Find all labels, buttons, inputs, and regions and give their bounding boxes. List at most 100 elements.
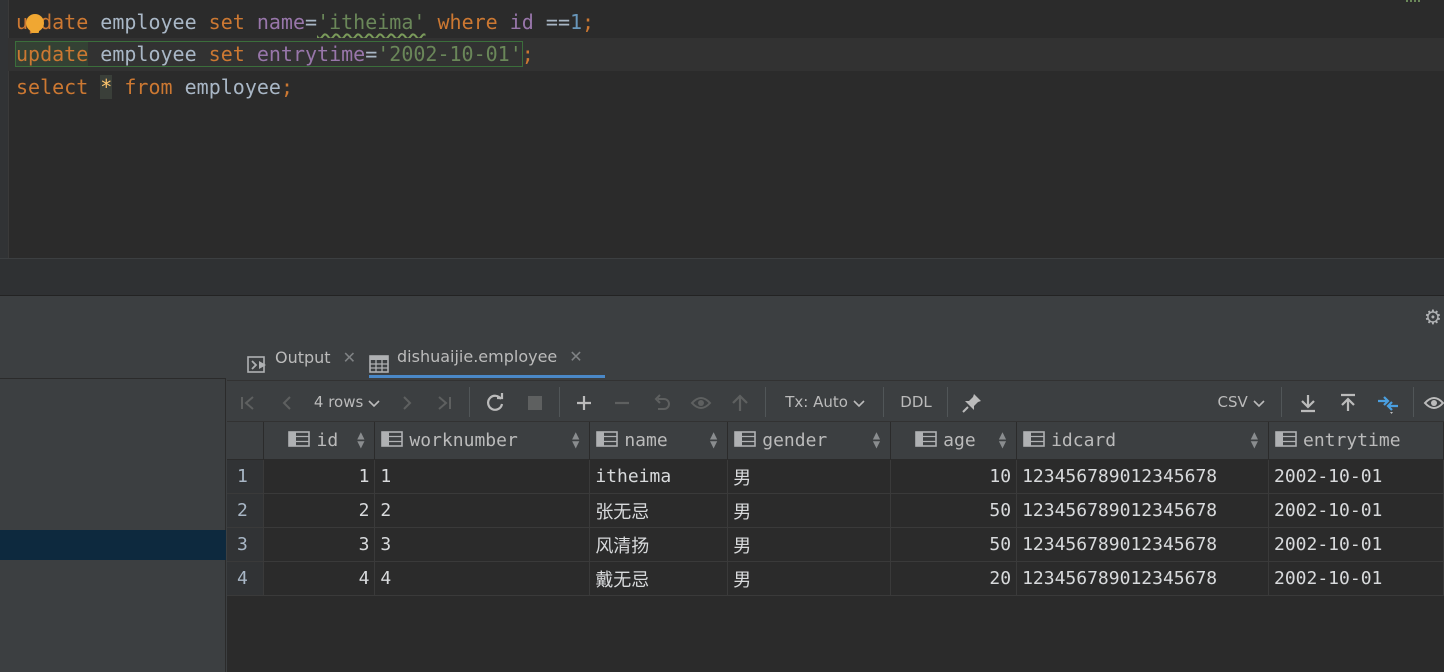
- cell-name[interactable]: 张无忌: [589, 493, 729, 528]
- table-row[interactable]: 2 2 2 张无忌 男 50 123456789012345678 2002-1…: [227, 493, 1444, 528]
- tab-output-label: Output: [275, 348, 331, 367]
- delete-row-icon[interactable]: [611, 381, 633, 423]
- cell-entrytime[interactable]: 2002-10-01: [1268, 493, 1444, 528]
- table-row[interactable]: 1 1 1 itheima 男 10 123456789012345678 20…: [227, 459, 1444, 494]
- keyword-from: from: [124, 75, 173, 99]
- table-row[interactable]: 3 3 3 风清扬 男 50 123456789012345678 2002-1…: [227, 527, 1444, 562]
- intention-bulb-icon[interactable]: [26, 14, 44, 33]
- services-tree[interactable]: [0, 378, 226, 672]
- cell-name[interactable]: 风清扬: [589, 527, 729, 562]
- results-grid[interactable]: id ▲ ▼ worknumber ▲ ▼ name ▲ ▼ gender ▲ ▼ age ▲ ▼ …: [227, 422, 1444, 672]
- column-name: name: [256, 10, 306, 34]
- cell-entrytime[interactable]: 2002-10-01: [1268, 459, 1444, 494]
- export-format-dropdown[interactable]: CSV: [1215, 381, 1267, 423]
- cell-age[interactable]: 50: [890, 527, 1018, 562]
- cell-entrytime[interactable]: 2002-10-01: [1268, 561, 1444, 596]
- refresh-icon[interactable]: [483, 381, 507, 423]
- view-icon[interactable]: [1423, 381, 1444, 423]
- operator: =: [365, 42, 378, 66]
- cell-gender[interactable]: 男: [727, 527, 892, 562]
- close-icon[interactable]: ✕: [569, 337, 582, 377]
- column-header-idcard[interactable]: idcard ▲ ▼: [1016, 422, 1269, 460]
- table-name: employee: [100, 42, 197, 66]
- code-line-1[interactable]: update employee set name='itheima' where…: [16, 6, 594, 39]
- cell-worknumber[interactable]: 2: [374, 493, 591, 528]
- sort-icon[interactable]: ▲ ▼: [1251, 429, 1258, 450]
- sort-icon[interactable]: ▲ ▼: [873, 429, 880, 450]
- code-line-2[interactable]: update employee set entrytime='2002-10-0…: [8, 38, 1444, 71]
- column-icon: [288, 431, 311, 447]
- stop-icon[interactable]: [523, 381, 547, 423]
- code-line-3[interactable]: select * from employee;: [16, 71, 293, 104]
- semicolon: ;: [582, 10, 595, 34]
- ddl-button[interactable]: DDL: [895, 381, 937, 423]
- column-header-gender[interactable]: gender ▲ ▼: [727, 422, 892, 460]
- row-number[interactable]: 4: [227, 561, 265, 596]
- tab-output[interactable]: Output ✕: [247, 338, 356, 378]
- close-icon[interactable]: ✕: [343, 338, 356, 378]
- cell-age[interactable]: 50: [890, 493, 1018, 528]
- cell-id[interactable]: 4: [263, 561, 376, 596]
- transaction-mode-label: Tx: Auto: [785, 393, 848, 411]
- next-page-icon[interactable]: [397, 381, 417, 423]
- revert-icon[interactable]: [651, 381, 673, 423]
- submit-icon[interactable]: [729, 381, 751, 423]
- cell-worknumber[interactable]: 3: [374, 527, 591, 562]
- cell-idcard[interactable]: 123456789012345678: [1016, 493, 1269, 528]
- sql-editor[interactable]: update employee set name='itheima' where…: [0, 0, 1444, 258]
- compare-icon[interactable]: [1375, 381, 1401, 423]
- table-row[interactable]: 4 4 4 戴无忌 男 20 123456789012345678 2002-1…: [227, 561, 1444, 596]
- column-header-entrytime[interactable]: entrytime: [1268, 422, 1444, 460]
- download-icon[interactable]: [1297, 381, 1319, 423]
- sort-icon[interactable]: ▲ ▼: [999, 429, 1006, 450]
- cell-idcard[interactable]: 123456789012345678: [1016, 459, 1269, 494]
- cell-gender[interactable]: 男: [727, 459, 892, 494]
- cell-id[interactable]: 2: [263, 493, 376, 528]
- cell-worknumber[interactable]: 1: [374, 459, 591, 494]
- add-row-icon[interactable]: [573, 381, 595, 423]
- cell-age[interactable]: 10: [890, 459, 1018, 494]
- cell-worknumber[interactable]: 4: [374, 561, 591, 596]
- cell-gender[interactable]: 男: [727, 493, 892, 528]
- cell-id[interactable]: 1: [263, 459, 376, 494]
- console-icon: [247, 349, 267, 373]
- row-number[interactable]: 2: [227, 493, 265, 528]
- column-header-age[interactable]: age ▲ ▼: [890, 422, 1018, 460]
- column-header-name[interactable]: name ▲ ▼: [589, 422, 729, 460]
- cell-idcard[interactable]: 123456789012345678: [1016, 527, 1269, 562]
- column-icon: [381, 431, 404, 447]
- cell-name[interactable]: itheima: [589, 459, 729, 494]
- previous-page-icon[interactable]: [277, 381, 297, 423]
- cell-entrytime[interactable]: 2002-10-01: [1268, 527, 1444, 562]
- sort-icon[interactable]: ▲ ▼: [572, 429, 579, 450]
- table-name: employee: [100, 10, 197, 34]
- row-number[interactable]: 3: [227, 527, 265, 562]
- column-header-worknumber[interactable]: worknumber ▲ ▼: [374, 422, 591, 460]
- upload-icon[interactable]: [1337, 381, 1359, 423]
- cell-age[interactable]: 20: [890, 561, 1018, 596]
- column-name: entrytime: [256, 42, 366, 66]
- gear-icon[interactable]: ⚙: [1424, 306, 1444, 328]
- panel-splitter[interactable]: [0, 258, 1444, 296]
- cell-gender[interactable]: 男: [727, 561, 892, 596]
- rows-count-dropdown[interactable]: 4 rows: [311, 381, 383, 423]
- transaction-mode-dropdown[interactable]: Tx: Auto: [779, 381, 871, 423]
- cell-id[interactable]: 3: [263, 527, 376, 562]
- cell-name[interactable]: 戴无忌: [589, 561, 729, 596]
- sort-icon[interactable]: ▲ ▼: [357, 429, 364, 450]
- cell-idcard[interactable]: 123456789012345678: [1016, 561, 1269, 596]
- view-query-icon[interactable]: [689, 381, 713, 423]
- ddl-label: DDL: [900, 393, 932, 411]
- tree-selected-row[interactable]: [0, 530, 226, 560]
- column-name: id: [509, 10, 534, 34]
- column-header-id[interactable]: id ▲ ▼: [263, 422, 376, 460]
- column-icon: [734, 431, 757, 447]
- column-label: name: [624, 430, 668, 451]
- row-number[interactable]: 1: [227, 459, 265, 494]
- tab-employee-table[interactable]: dishuaijie.employee ✕: [369, 338, 605, 378]
- first-page-icon[interactable]: [237, 381, 259, 423]
- column-label: age: [943, 430, 976, 451]
- sort-icon[interactable]: ▲ ▼: [710, 429, 717, 450]
- pin-icon[interactable]: [959, 381, 985, 423]
- last-page-icon[interactable]: [433, 381, 455, 423]
